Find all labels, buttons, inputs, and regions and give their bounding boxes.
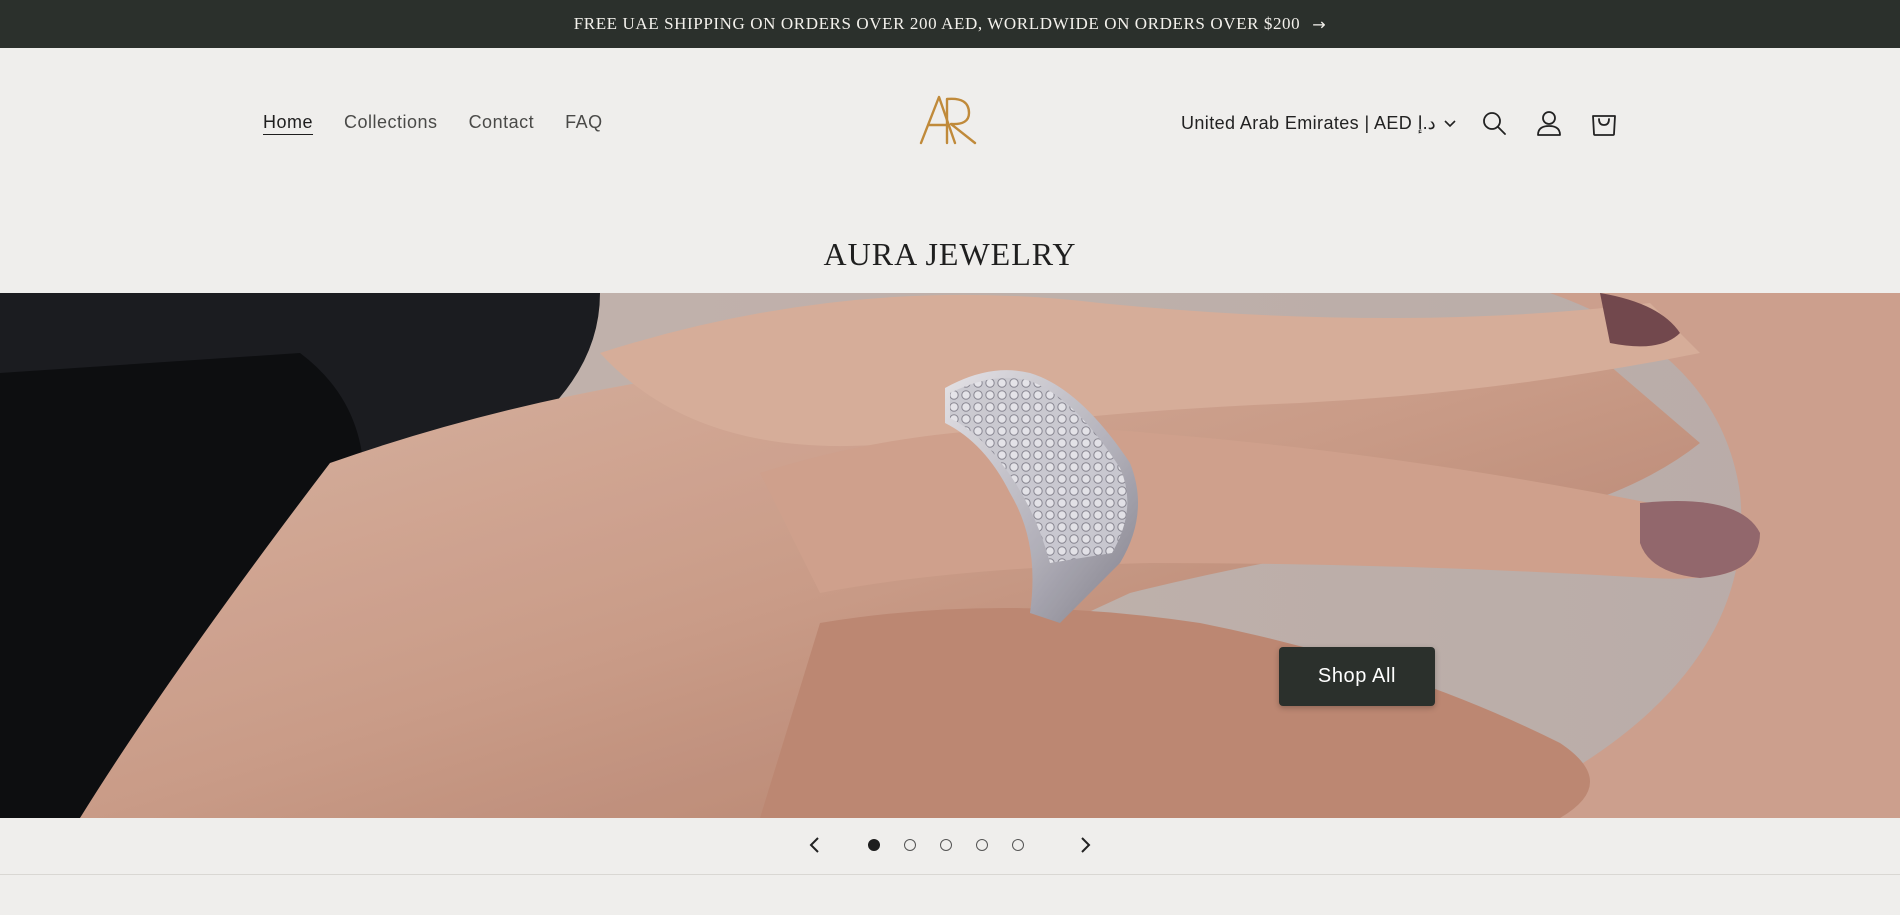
- main-nav: Home Collections Contact FAQ: [263, 112, 603, 133]
- cart-icon[interactable]: [1590, 109, 1618, 137]
- country-selector-label: United Arab Emirates | AED د.إ: [1181, 112, 1436, 133]
- nav-item-home[interactable]: Home: [263, 112, 313, 133]
- account-icon[interactable]: [1535, 109, 1563, 137]
- slide-dots: [868, 839, 1024, 851]
- shop-all-button[interactable]: Shop All: [1279, 647, 1435, 706]
- hero-slideshow: [0, 293, 1900, 818]
- logo[interactable]: [917, 93, 983, 145]
- nav-item-faq[interactable]: FAQ: [565, 112, 603, 133]
- slide-dot-1[interactable]: [868, 839, 880, 851]
- chevron-right-icon[interactable]: [1075, 834, 1095, 861]
- nav-item-contact[interactable]: Contact: [469, 112, 535, 133]
- arrow-right-icon[interactable]: →: [1312, 15, 1326, 34]
- announcement-bar[interactable]: FREE UAE SHIPPING ON ORDERS OVER 200 AED…: [0, 0, 1900, 48]
- slide-dot-3[interactable]: [940, 839, 952, 851]
- site-header: Home Collections Contact FAQ United Arab…: [0, 48, 1900, 198]
- page-title: AURA JEWELRY: [823, 236, 1077, 272]
- announcement-text[interactable]: FREE UAE SHIPPING ON ORDERS OVER 200 AED…: [574, 14, 1301, 34]
- slide-dot-2[interactable]: [904, 839, 916, 851]
- search-icon[interactable]: [1480, 109, 1508, 137]
- chevron-left-icon[interactable]: [805, 834, 825, 861]
- slide-dot-4[interactable]: [976, 839, 988, 851]
- slideshow-controls: [0, 818, 1900, 875]
- hero-image: [0, 293, 1900, 818]
- nav-item-collections[interactable]: Collections: [344, 112, 438, 133]
- header-actions: United Arab Emirates | AED د.إ: [1181, 109, 1618, 137]
- slide-dot-5[interactable]: [1012, 839, 1024, 851]
- chevron-down-icon: [1444, 120, 1456, 128]
- country-selector[interactable]: United Arab Emirates | AED د.إ: [1181, 113, 1456, 134]
